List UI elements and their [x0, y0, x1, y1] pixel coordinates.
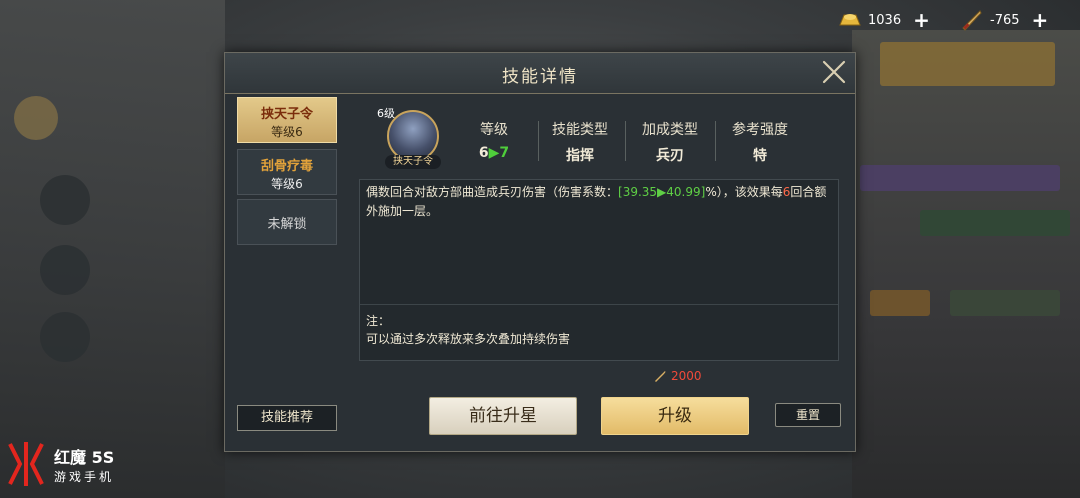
stat-skill-type: 技能类型 指挥 — [537, 119, 623, 165]
desc-coefficient: [39.35▶40.99] — [618, 185, 706, 199]
token-currency: -765 + — [960, 8, 1048, 32]
bg-bar — [880, 42, 1055, 86]
skill-description: 偶数回合对敌方部曲造成兵刃伤害（伤害系数：[39.35▶40.99]%），该效果… — [366, 183, 832, 221]
stat-level-header: 等级 — [480, 122, 508, 138]
stat-type-value: 指挥 — [566, 148, 594, 164]
background-left-scene — [0, 0, 225, 498]
red-magic-logo-icon — [8, 442, 44, 486]
note-divider — [360, 304, 838, 305]
watermark-brand: 红魔 5S — [54, 447, 115, 467]
level-from: 6 — [478, 145, 489, 161]
note-label: 注： — [366, 314, 391, 328]
upgrade-button[interactable]: 升级 — [601, 397, 749, 435]
go-star-up-button[interactable]: 前往升星 — [429, 397, 577, 435]
skill-tab-name: 挟天子令 — [260, 107, 313, 122]
skill-tab-level: 等级6 — [271, 177, 303, 191]
bg-avatar-circle — [40, 312, 90, 362]
gold-currency: 1036 + — [838, 8, 930, 32]
upgrade-cost: 2000 — [653, 369, 702, 383]
level-arrow-icon: ▶ — [488, 145, 500, 161]
cost-amount: 2000 — [671, 369, 702, 383]
desc-part1: 偶数回合对敌方部曲造成兵刃伤害（伤害系数： — [366, 185, 619, 199]
sword-token-icon — [655, 371, 666, 382]
level-to: 7 — [499, 145, 510, 161]
add-token-button[interactable]: + — [1032, 10, 1049, 30]
bg-bar — [950, 290, 1060, 316]
stat-divider — [715, 121, 716, 161]
stat-ref-value: 特 — [753, 148, 767, 164]
stat-level: 等级 6▶7 — [451, 119, 537, 161]
skill-icon-name: 挟天子令 — [385, 155, 441, 169]
stat-bonus-header: 加成类型 — [642, 122, 698, 138]
skill-tab-2[interactable]: 刮骨疗毒 等级6 — [237, 149, 337, 195]
reset-button[interactable]: 重置 — [775, 403, 841, 427]
gold-ingot-icon — [838, 9, 862, 31]
skill-tab-locked[interactable]: 未解锁 — [237, 199, 337, 245]
stat-bonus-value: 兵刃 — [656, 148, 684, 164]
stat-reference-strength: 参考强度 特 — [717, 119, 803, 165]
close-icon — [822, 60, 846, 84]
stat-divider — [625, 121, 626, 161]
skill-recommend-button[interactable]: 技能推荐 — [237, 405, 337, 431]
add-gold-button[interactable]: + — [913, 10, 930, 30]
gold-amount: 1036 — [868, 12, 902, 28]
skill-content: 6级 挟天子令 等级 6▶7 技能类型 指挥 加成类型 兵刃 参考强度 特 偶数… — [345, 97, 845, 445]
stat-ref-header: 参考强度 — [732, 122, 788, 138]
bg-avatar-circle — [14, 96, 58, 140]
skill-detail-dialog: 技能详情 挟天子令 等级6 刮骨疗毒 等级6 未解锁 技能推荐 6级 挟天子令 … — [224, 52, 856, 452]
skill-tab-name: 未解锁 — [267, 217, 307, 232]
skill-tab-1[interactable]: 挟天子令 等级6 — [237, 97, 337, 143]
close-button[interactable] — [819, 57, 849, 87]
watermark-sub: 游戏手机 — [54, 469, 115, 484]
sword-token-icon — [960, 9, 984, 31]
device-watermark: 红魔 5S 游戏手机 — [6, 440, 114, 488]
skill-description-box: 偶数回合对敌方部曲造成兵刃伤害（伤害系数：[39.35▶40.99]%），该效果… — [359, 179, 839, 361]
stat-level-value: 6▶7 — [451, 145, 537, 161]
dialog-title: 技能详情 — [502, 67, 578, 87]
bg-bar — [870, 290, 930, 316]
note-text: 可以通过多次释放来多次叠加持续伤害 — [366, 332, 571, 346]
stat-type-header: 技能类型 — [552, 122, 608, 138]
bg-bar — [860, 165, 1060, 191]
bg-avatar-circle — [40, 175, 90, 225]
token-amount: -765 — [990, 12, 1020, 28]
skill-tab-level: 等级6 — [271, 125, 303, 139]
desc-part2: %），该效果每 — [705, 185, 783, 199]
skill-icon-level: 6级 — [377, 107, 395, 120]
stat-bonus-type: 加成类型 兵刃 — [627, 119, 713, 165]
background-right-scene — [852, 30, 1080, 498]
bg-bar — [920, 210, 1070, 236]
bg-avatar-circle — [40, 245, 90, 295]
skill-tab-name: 刮骨疗毒 — [260, 159, 313, 174]
dialog-title-bar: 技能详情 — [225, 53, 855, 94]
